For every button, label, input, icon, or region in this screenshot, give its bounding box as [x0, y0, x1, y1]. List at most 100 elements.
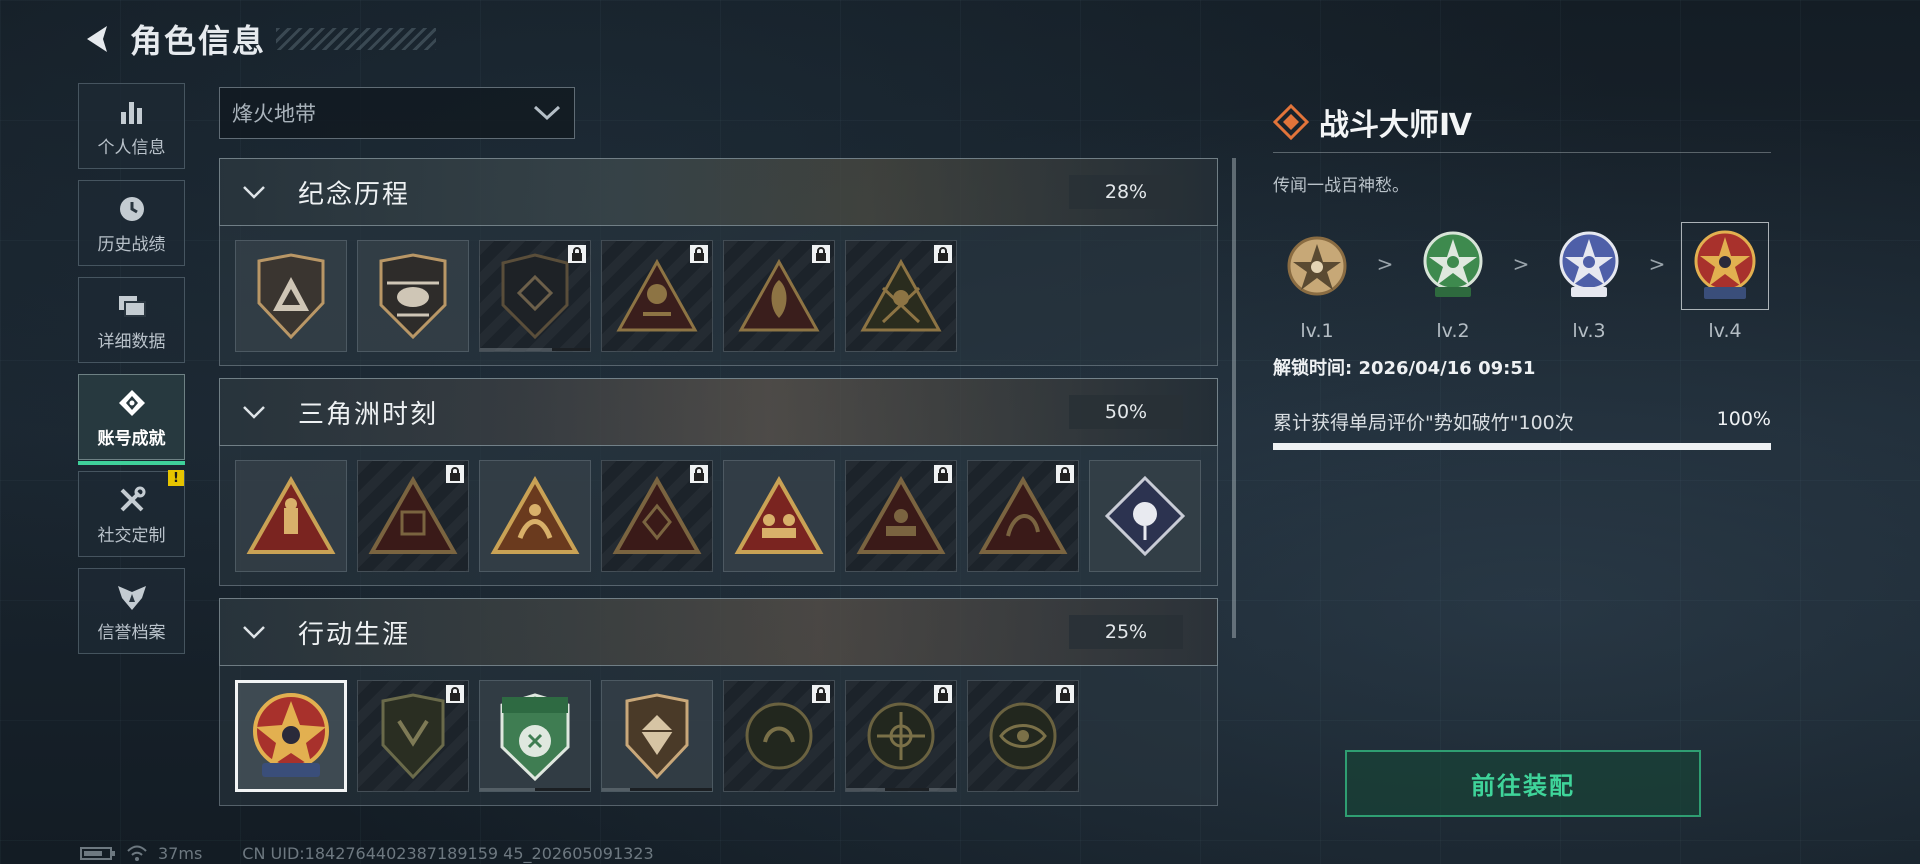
section-header[interactable]: 行动生涯 25%: [219, 598, 1218, 666]
lock-icon: [934, 685, 952, 703]
achievement-section: 行动生涯 25%: [219, 598, 1218, 806]
dropdown-value: 烽火地带: [232, 102, 316, 126]
mode-select-dropdown[interactable]: 烽火地带: [219, 87, 575, 139]
title-decoration: [276, 28, 437, 50]
sidebar-item-label: 信誉档案: [97, 622, 166, 643]
uid-text: CN UID:1842764402387189159 45_2026050913…: [242, 843, 654, 863]
sidebar-item-history[interactable]: 历史战绩: [78, 180, 185, 266]
achievement-badge-locked[interactable]: [479, 240, 591, 352]
list-scrollbar[interactable]: [1232, 158, 1236, 638]
achievement-badge[interactable]: [235, 240, 347, 352]
achievement-title: 战斗大师Ⅳ: [1319, 108, 1472, 143]
gem-shield-badge-icon: [625, 693, 689, 779]
crossed-swords-triangle-badge-icon: [860, 258, 942, 332]
sidebar-item-label: 历史战绩: [97, 234, 166, 255]
badge-progress-bar: [602, 788, 712, 791]
section-progress: 28%: [1069, 175, 1183, 209]
requirement-progress-bar: [1273, 443, 1771, 450]
armor-shield-badge-icon: [381, 693, 445, 779]
achievement-badge-locked[interactable]: [601, 460, 713, 572]
level-2-medal-icon: [1409, 222, 1497, 310]
achievement-badge[interactable]: [479, 460, 591, 572]
orange-diamond-icon: [1273, 104, 1309, 140]
progress-fill: [1273, 443, 1771, 450]
bar-chart-icon: [115, 95, 149, 129]
lock-icon: [812, 685, 830, 703]
achievement-badge-locked[interactable]: [601, 240, 713, 352]
section-title: 纪念历程: [298, 179, 411, 210]
achievement-detail-panel: 战斗大师Ⅳ 传闻一战百神愁。 lv.1 > lv.2 > lv.3 > lv.4…: [1273, 98, 1771, 450]
level-item[interactable]: lv.3: [1545, 222, 1633, 342]
level-3-medal-icon: [1545, 222, 1633, 310]
sidebar-item-credit-record[interactable]: 信誉档案: [78, 568, 185, 654]
achievement-badge-locked[interactable]: [845, 460, 957, 572]
sidebar-item-social-custom[interactable]: ! 社交定制: [78, 470, 185, 557]
badge-progress-bar: [480, 348, 590, 351]
badge-progress-bar: [480, 788, 590, 791]
hexagon-shield-badge-icon: [501, 253, 569, 339]
achievement-badge-locked[interactable]: [357, 680, 469, 792]
level-arrow: >: [1512, 252, 1530, 276]
level-arrow: >: [1648, 252, 1666, 276]
lock-icon: [934, 245, 952, 263]
achievement-badge[interactable]: [235, 460, 347, 572]
achievement-badge-locked[interactable]: [967, 460, 1079, 572]
achievement-badge-locked[interactable]: [723, 240, 835, 352]
mask-triangle-badge-icon: [612, 476, 702, 554]
achievement-badge[interactable]: [479, 680, 591, 792]
section-title: 三角洲时刻: [298, 399, 439, 430]
sidebar-item-label: 详细数据: [97, 331, 166, 352]
ping-text: 37ms: [158, 843, 203, 863]
achievement-badge-locked[interactable]: [723, 680, 835, 792]
achievement-badge-selected[interactable]: [235, 680, 347, 792]
lock-icon: [690, 465, 708, 483]
section-badges: [219, 226, 1218, 366]
achievement-badge-locked[interactable]: [845, 240, 957, 352]
achievement-badge[interactable]: [601, 680, 713, 792]
achievement-badge-locked[interactable]: [357, 460, 469, 572]
detail-header: 战斗大师Ⅳ: [1273, 98, 1771, 146]
sidebar-item-detailed-data[interactable]: 详细数据: [78, 277, 185, 363]
figure-triangle-badge-icon: [246, 476, 336, 554]
back-button[interactable]: [78, 19, 118, 59]
requirement-text: 累计获得单局评价"势如破竹"100次: [1273, 412, 1574, 434]
achievement-badge[interactable]: [723, 460, 835, 572]
sidebar-item-label: 个人信息: [97, 137, 166, 158]
round-emblem-badge-icon: [745, 702, 813, 770]
level-item[interactable]: lv.2: [1409, 222, 1497, 342]
lock-icon: [812, 245, 830, 263]
tools-icon: [115, 483, 149, 517]
achievement-badge[interactable]: [1089, 460, 1201, 572]
eye-emblem-badge-icon: [989, 702, 1057, 770]
achievement-badge[interactable]: [357, 240, 469, 352]
section-header[interactable]: 三角洲时刻 50%: [219, 378, 1218, 446]
clock-icon: [115, 192, 149, 226]
combat-master-badge-icon: [253, 693, 329, 777]
section-badges: [219, 446, 1218, 586]
lock-icon: [1056, 685, 1074, 703]
shield-wings-icon: [115, 580, 149, 614]
section-badges: [219, 666, 1218, 806]
achievement-list[interactable]: 纪念历程 28% 三角洲时刻 50% 行动生涯 25%: [219, 158, 1218, 818]
level-item[interactable]: lv.1: [1273, 222, 1361, 342]
dragon-triangle-badge-icon: [978, 476, 1068, 554]
level-arrow: >: [1376, 252, 1394, 276]
section-header[interactable]: 纪念历程 28%: [219, 158, 1218, 226]
achievement-badge-locked[interactable]: [967, 680, 1079, 792]
level-item-current[interactable]: lv.4: [1681, 222, 1769, 342]
soldier-triangle-badge-icon: [616, 258, 698, 332]
lock-icon: [934, 465, 952, 483]
badge-progress-bar: [846, 788, 956, 791]
requirement-percent: 100%: [1716, 408, 1771, 430]
sidebar-item-personal-info[interactable]: 个人信息: [78, 83, 185, 169]
shield-triangle-badge-icon: [257, 253, 325, 339]
achievement-badge-locked[interactable]: [845, 680, 957, 792]
lock-icon: [690, 245, 708, 263]
level-label: lv.3: [1572, 320, 1606, 342]
level-label: lv.1: [1300, 320, 1334, 342]
sidebar-item-achievements[interactable]: 账号成就: [78, 374, 185, 465]
lock-icon: [1056, 465, 1074, 483]
page-header: 角色信息: [78, 14, 437, 64]
go-equip-button[interactable]: 前往装配: [1345, 750, 1701, 817]
requirement-row: 累计获得单局评价"势如破竹"100次 100%: [1273, 408, 1771, 435]
